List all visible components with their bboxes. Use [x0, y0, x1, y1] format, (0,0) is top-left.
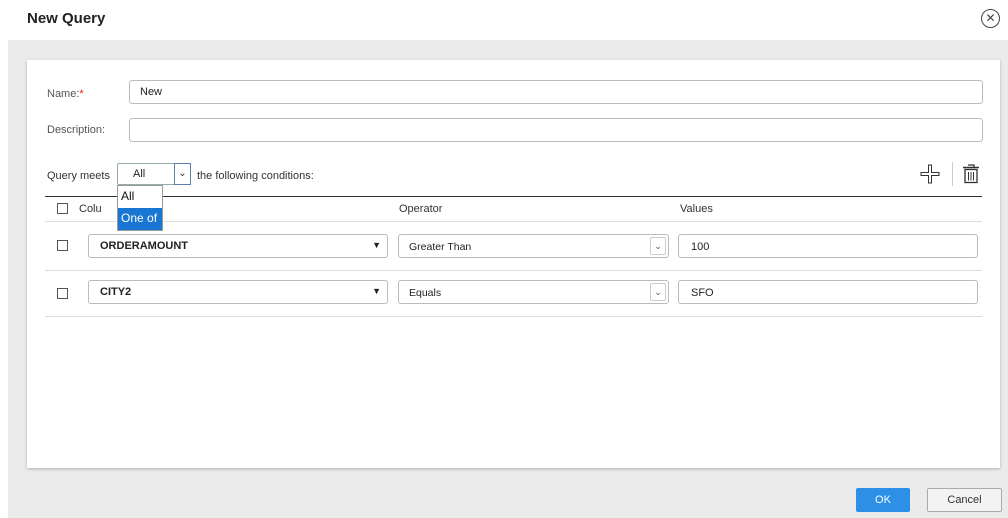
- dialog-header: New Query ✕: [0, 0, 1008, 40]
- column-select[interactable]: ORDERAMOUNT ▼: [88, 234, 388, 258]
- ok-button[interactable]: OK: [856, 488, 910, 512]
- cancel-button[interactable]: Cancel: [927, 488, 1002, 512]
- name-label-text: Name:: [47, 88, 80, 100]
- value-input[interactable]: 100: [678, 234, 978, 258]
- dropdown-option-all[interactable]: All: [118, 186, 162, 208]
- row-checkbox[interactable]: [57, 288, 68, 299]
- new-query-dialog: New Query ✕ Name:* New Description: Quer…: [0, 0, 1008, 518]
- table-header-divider: [45, 196, 982, 197]
- operator-select-value: Greater Than: [409, 241, 472, 253]
- value-input-text: SFO: [691, 287, 714, 299]
- query-meets-select[interactable]: All ⌄: [117, 163, 191, 185]
- row-divider: [45, 270, 982, 271]
- query-meets-suffix: the following conditions:: [197, 170, 314, 182]
- value-input-text: 100: [691, 241, 710, 253]
- chevron-down-icon[interactable]: ⌄: [650, 237, 666, 255]
- description-label: Description:: [47, 124, 106, 136]
- column-select-value: CITY2: [100, 286, 132, 298]
- caret-down-icon[interactable]: ▼: [372, 240, 381, 250]
- toolbar-separator: [952, 162, 953, 186]
- column-select-value: ORDERAMOUNT: [100, 240, 188, 252]
- column-header-values: Values: [680, 203, 713, 215]
- value-input[interactable]: SFO: [678, 280, 978, 304]
- chevron-down-icon[interactable]: ⌄: [174, 163, 191, 185]
- name-label: Name:*: [47, 88, 84, 100]
- select-all-checkbox[interactable]: [57, 203, 68, 214]
- close-icon[interactable]: ✕: [981, 9, 1000, 28]
- description-input[interactable]: [129, 118, 983, 142]
- chevron-down-icon[interactable]: ⌄: [650, 283, 666, 301]
- dropdown-option-one-of[interactable]: One of: [118, 208, 162, 230]
- query-meets-dropdown: All One of: [117, 185, 163, 231]
- dialog-title: New Query: [27, 10, 106, 27]
- row-divider: [45, 316, 982, 317]
- query-meets-selected: All: [133, 168, 146, 180]
- column-header-operator: Operator: [399, 203, 443, 215]
- query-meets-label: Query meets: [47, 170, 110, 182]
- operator-select-value: Equals: [409, 287, 442, 299]
- required-marker: *: [79, 88, 84, 100]
- operator-select[interactable]: Greater Than ⌄: [398, 234, 669, 258]
- column-select[interactable]: CITY2 ▼: [88, 280, 388, 304]
- header-row-divider: [45, 221, 982, 222]
- query-panel: Name:* New Description: Query meets All …: [27, 60, 1000, 468]
- trash-icon[interactable]: [962, 164, 980, 184]
- caret-down-icon[interactable]: ▼: [372, 286, 381, 296]
- row-checkbox[interactable]: [57, 240, 68, 251]
- column-header-column: Colu: [79, 203, 102, 215]
- name-input-value: New: [140, 86, 163, 98]
- operator-select[interactable]: Equals ⌄: [398, 280, 669, 304]
- name-input[interactable]: New: [129, 80, 983, 104]
- plus-icon[interactable]: [920, 164, 940, 184]
